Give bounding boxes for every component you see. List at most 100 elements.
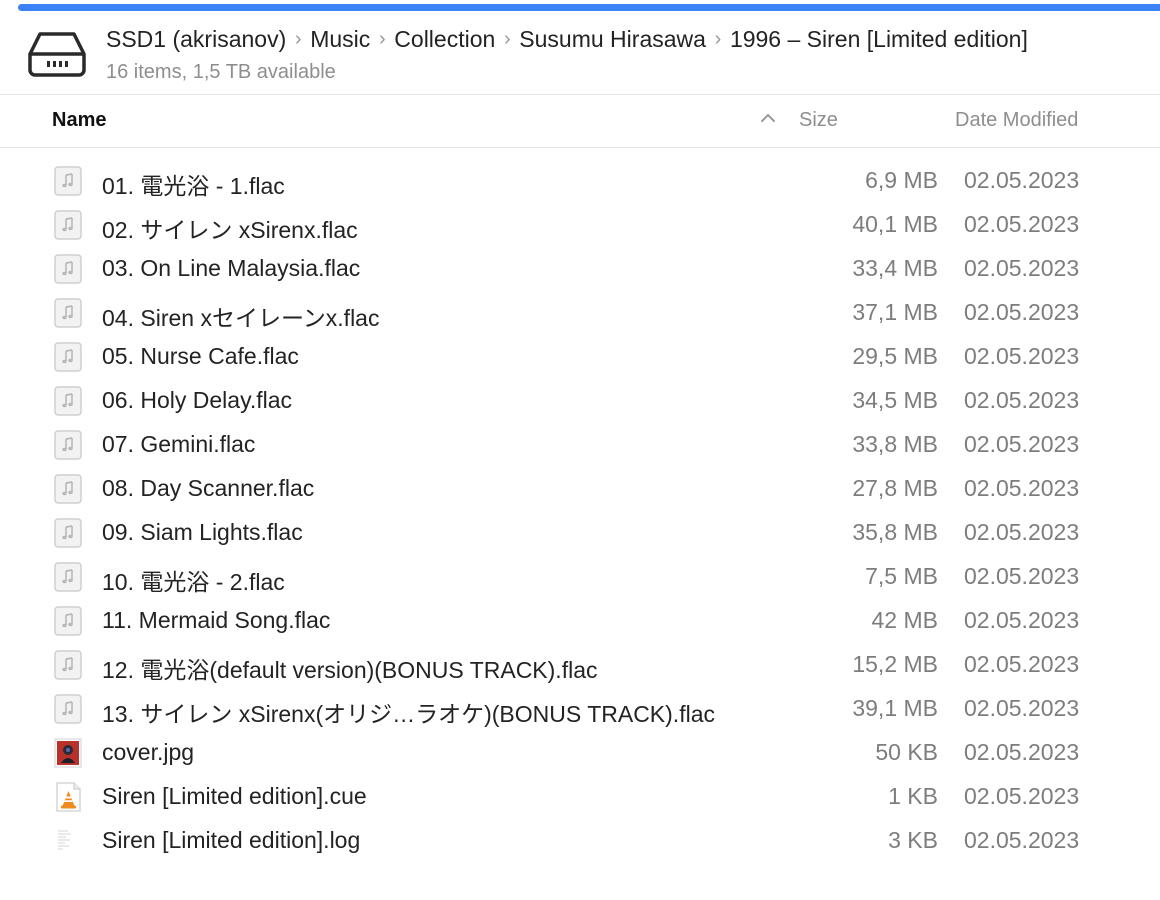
audio-file-icon [53,386,83,416]
file-name: 04. Siren xセイレーンx.flac [102,305,380,331]
chevron-right-icon: › [714,28,722,50]
file-date-modified: 02.05.2023 [964,695,1080,721]
file-row[interactable]: 06. Holy Delay.flac 34,5 MB 02.05.2023 [0,379,1160,423]
text-document-icon [53,826,83,856]
file-date-modified: 02.05.2023 [964,343,1080,369]
file-name: 02. サイレン xSirenx.flac [102,217,358,243]
breadcrumb: SSD1 (akrisanov) › Music › Collection › … [106,26,1028,53]
file-row[interactable]: 09. Siam Lights.flac 35,8 MB 02.05.2023 [0,511,1160,555]
audio-file-icon [53,166,83,196]
file-size: 39,1 MB [852,695,938,721]
file-size: 15,2 MB [852,651,938,677]
file-date-modified: 02.05.2023 [964,299,1080,325]
window-accent-bar [18,4,1160,11]
file-date-modified: 02.05.2023 [964,387,1080,413]
audio-file-icon [53,342,83,372]
file-name: 03. On Line Malaysia.flac [102,255,361,281]
vlc-cone-icon [53,782,83,812]
file-row[interactable]: 03. On Line Malaysia.flac 33,4 MB 02.05.20… [0,247,1160,291]
audio-file-icon [53,606,83,636]
file-name: 09. Siam Lights.flac [102,519,303,545]
file-list: 01. 電光浴 - 1.flac 6,9 MB 02.05.2023 02. サイレン… [0,159,1160,863]
folder-status: 16 items, 1,5 TB available [106,61,336,83]
file-row[interactable]: 02. サイレン xSirenx.flac 40,1 MB 02.05.2023 [0,203,1160,247]
chevron-right-icon: › [294,28,302,50]
file-row[interactable]: 12. 電光浴(default version)(BONUS TRACK).fl… [0,643,1160,687]
file-size: 29,5 MB [852,343,938,369]
audio-file-icon [53,254,83,284]
file-date-modified: 02.05.2023 [964,783,1080,809]
file-name: 06. Holy Delay.flac [102,387,293,413]
file-date-modified: 02.05.2023 [964,431,1080,457]
audio-file-icon [53,562,83,592]
file-size: 33,8 MB [852,431,938,457]
audio-file-icon [53,210,83,240]
file-name: 10. 電光浴 - 2.flac [102,569,285,595]
audio-file-icon [53,298,83,328]
column-header-name[interactable]: Name [52,109,106,132]
breadcrumb-item-artist[interactable]: Susumu Hirasawa [519,26,706,53]
file-size: 37,1 MB [852,299,938,325]
file-size: 33,4 MB [852,255,938,281]
file-date-modified: 02.05.2023 [964,827,1080,853]
file-size: 40,1 MB [852,211,938,237]
file-name: 07. Gemini.flac [102,431,256,457]
column-header-size[interactable]: Size [799,109,838,132]
column-header-date-modified[interactable]: Date Modified [955,109,1078,132]
chevron-up-icon[interactable] [759,111,777,125]
file-date-modified: 02.05.2023 [964,563,1080,589]
file-date-modified: 02.05.2023 [964,475,1080,501]
audio-file-icon [53,650,83,680]
audio-file-icon [53,474,83,504]
audio-file-icon [53,694,83,724]
file-size: 34,5 MB [852,387,938,413]
file-size: 42 MB [871,607,938,633]
file-date-modified: 02.05.2023 [964,607,1080,633]
file-date-modified: 02.05.2023 [964,651,1080,677]
file-size: 6,9 MB [865,167,938,193]
file-size: 27,8 MB [852,475,938,501]
audio-file-icon [53,430,83,460]
file-size: 7,5 MB [865,563,938,589]
file-row[interactable]: 13. サイレン xSirenx(オリジ…ラオケ)(BONUS TRACK).f… [0,687,1160,731]
file-row[interactable]: 05. Nurse Cafe.flac 29,5 MB 02.05.2023 [0,335,1160,379]
file-name: 05. Nurse Cafe.flac [102,343,299,369]
file-date-modified: 02.05.2023 [964,739,1080,765]
file-name: Siren [Limited edition].log [102,827,361,853]
breadcrumb-item-album[interactable]: 1996 – Siren [Limited edition] [730,26,1028,53]
file-row[interactable]: 11. Mermaid Song.flac 42 MB 02.05.2023 [0,599,1160,643]
chevron-right-icon: › [503,28,511,50]
breadcrumb-item-music[interactable]: Music [310,26,370,53]
column-header-bar: Name Size Date Modified [0,95,1160,148]
file-name: 13. サイレン xSirenx(オリジ…ラオケ)(BONUS TRACK).f… [102,701,715,727]
file-name: Siren [Limited edition].cue [102,783,367,809]
file-date-modified: 02.05.2023 [964,255,1080,281]
file-row[interactable]: 10. 電光浴 - 2.flac 7,5 MB 02.05.2023 [0,555,1160,599]
file-name: cover.jpg [102,739,195,765]
image-thumbnail-icon [53,738,83,768]
file-size: 3 KB [888,827,938,853]
file-name: 12. 電光浴(default version)(BONUS TRACK).fl… [102,657,598,683]
file-size: 35,8 MB [852,519,938,545]
file-date-modified: 02.05.2023 [964,211,1080,237]
file-row[interactable]: Siren [Limited edition].log 3 KB 02.05.202… [0,819,1160,863]
breadcrumb-item-drive[interactable]: SSD1 (akrisanov) [106,26,286,53]
file-size: 50 KB [875,739,938,765]
file-date-modified: 02.05.2023 [964,519,1080,545]
breadcrumb-item-collection[interactable]: Collection [394,26,495,53]
file-row[interactable]: 07. Gemini.flac 33,8 MB 02.05.2023 [0,423,1160,467]
file-name: 08. Day Scanner.flac [102,475,315,501]
chevron-right-icon: › [378,28,386,50]
file-name: 11. Mermaid Song.flac [102,607,331,633]
file-row[interactable]: cover.jpg 50 KB 02.05.2023 [0,731,1160,775]
external-drive-icon [28,32,86,77]
audio-file-icon [53,518,83,548]
file-row[interactable]: 04. Siren xセイレーンx.flac 37,1 MB 02.05.2023 [0,291,1160,335]
finder-header: SSD1 (akrisanov) › Music › Collection › … [0,12,1160,95]
file-row[interactable]: Siren [Limited edition].cue 1 KB 02.05.202… [0,775,1160,819]
file-row[interactable]: 08. Day Scanner.flac 27,8 MB 02.05.2023 [0,467,1160,511]
file-row[interactable]: 01. 電光浴 - 1.flac 6,9 MB 02.05.2023 [0,159,1160,203]
file-name: 01. 電光浴 - 1.flac [102,173,285,199]
file-date-modified: 02.05.2023 [964,167,1080,193]
file-size: 1 KB [888,783,938,809]
